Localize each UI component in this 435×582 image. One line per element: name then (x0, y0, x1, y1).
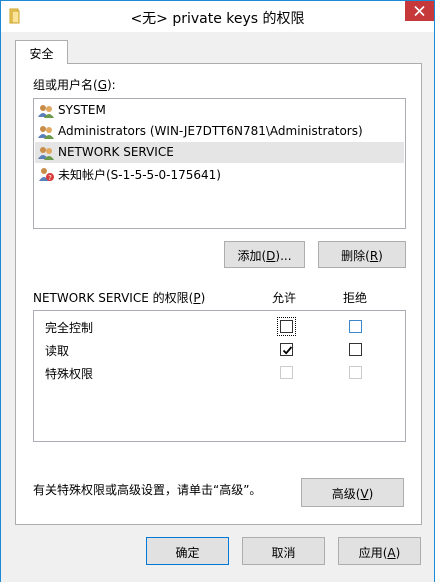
close-icon (414, 6, 425, 16)
dialog-body: 安全 组或用户名(G): SYSTEM Administrators (WIN-… (1, 32, 434, 582)
user-name: 未知帐户(S-1-5-5-0-175641) (58, 168, 221, 182)
list-item[interactable]: SYSTEM (35, 100, 404, 121)
permission-name: 读取 (45, 344, 70, 358)
window-title: <无> private keys 的权限 (130, 11, 305, 27)
remove-button[interactable]: 删除(R) (318, 241, 406, 268)
tab-label: 安全 (29, 47, 54, 61)
list-item[interactable]: ? 未知帐户(S-1-5-5-0-175641) (35, 163, 404, 184)
add-button[interactable]: 添加(D)... (224, 241, 305, 268)
advanced-hint: 有关特殊权限或高级设置，请单击“高级”。 (33, 483, 262, 497)
users-icon (38, 145, 54, 161)
ok-button[interactable]: 确定 (146, 537, 229, 565)
tab-security[interactable]: 安全 (15, 40, 68, 64)
user-name: SYSTEM (58, 103, 106, 117)
cancel-button[interactable]: 取消 (242, 537, 325, 565)
allow-column-header: 允许 (272, 291, 297, 305)
permissions-list: 完全控制 读取 特殊权限 (33, 310, 406, 442)
unknown-user-icon: ? (38, 166, 54, 182)
users-icon (38, 124, 54, 140)
allow-checkbox (280, 366, 293, 379)
permission-name: 完全控制 (45, 321, 94, 335)
user-name: NETWORK SERVICE (58, 145, 174, 159)
permissions-dialog: <无> private keys 的权限 安全 组或用户名(G): SYSTEM… (0, 0, 435, 582)
deny-checkbox (349, 366, 362, 379)
list-item[interactable]: Administrators (WIN-JE7DTT6N781\Administ… (35, 121, 404, 142)
tab-panel-security: 组或用户名(G): SYSTEM Administrators (WIN-JE7… (15, 63, 422, 525)
deny-checkbox[interactable] (349, 343, 362, 356)
close-button[interactable] (405, 1, 434, 21)
permission-name: 特殊权限 (45, 367, 94, 381)
checkmark-icon (282, 346, 293, 355)
deny-checkbox[interactable] (349, 320, 362, 333)
list-item[interactable]: NETWORK SERVICE (35, 142, 404, 163)
allow-checkbox[interactable] (277, 317, 296, 336)
users-label: 组或用户名(G): (33, 78, 116, 92)
apply-button[interactable]: 应用(A) (338, 537, 421, 565)
advanced-button[interactable]: 高级(V) (301, 478, 404, 507)
users-list[interactable]: SYSTEM Administrators (WIN-JE7DTT6N781\A… (33, 98, 406, 229)
permissions-label: NETWORK SERVICE 的权限(P) (33, 291, 206, 305)
title-bar[interactable]: <无> private keys 的权限 (1, 1, 434, 32)
users-icon (38, 103, 54, 119)
permission-row: 读取 (34, 339, 405, 361)
user-name: Administrators (WIN-JE7DTT6N781\Administ… (58, 124, 363, 138)
deny-column-header: 拒绝 (343, 291, 368, 305)
permission-row: 特殊权限 (34, 362, 405, 384)
permission-row: 完全控制 (34, 316, 405, 338)
svg-text:?: ? (48, 174, 52, 182)
allow-checkbox[interactable] (280, 343, 293, 356)
